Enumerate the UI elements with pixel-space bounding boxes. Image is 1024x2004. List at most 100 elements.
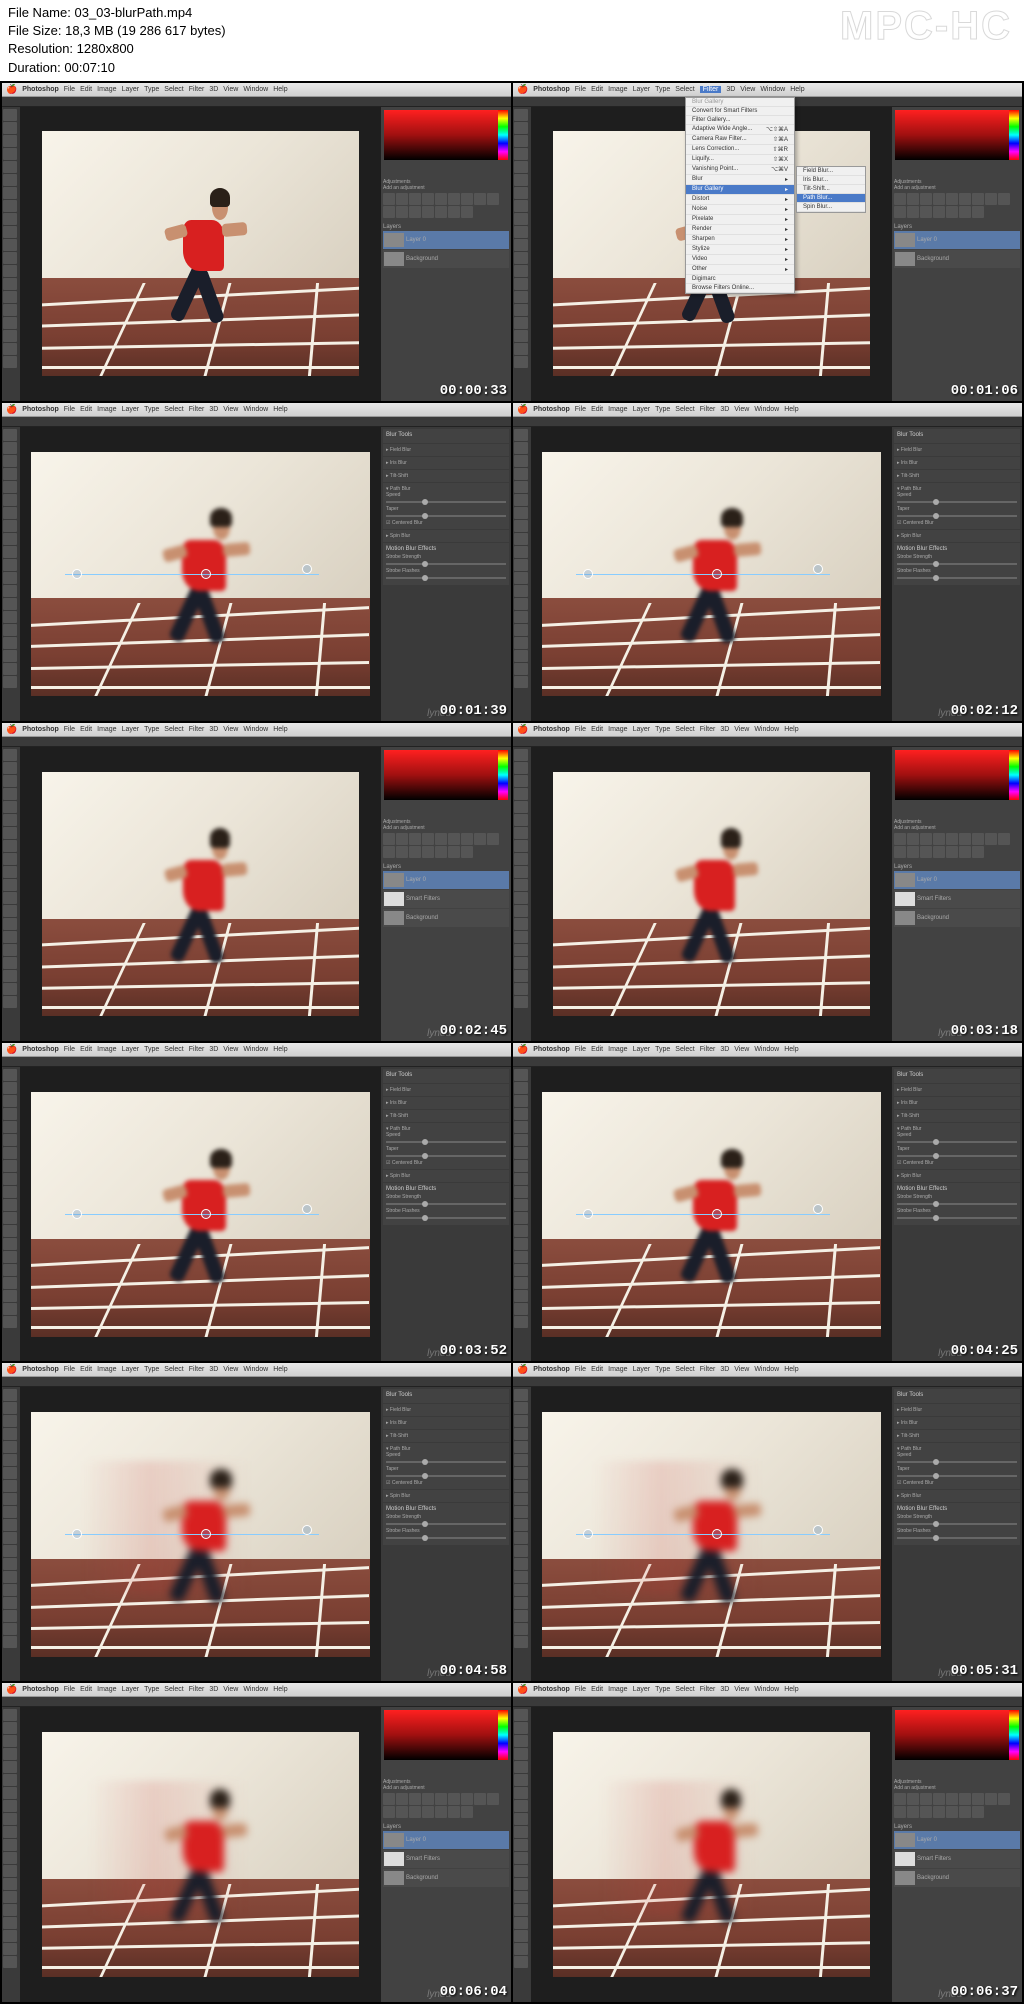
tool-slot[interactable] — [514, 135, 528, 147]
tool-slot[interactable] — [3, 970, 17, 982]
blur-path-point[interactable] — [302, 1525, 312, 1535]
adjustment-icon[interactable] — [972, 846, 984, 858]
tool-slot[interactable] — [514, 442, 528, 454]
options-bar[interactable] — [2, 1057, 511, 1067]
tool-slot[interactable] — [3, 265, 17, 277]
tool-slot[interactable] — [514, 1415, 528, 1427]
tool-slot[interactable] — [514, 429, 528, 441]
tool-slot[interactable] — [3, 278, 17, 290]
tool-slot[interactable] — [3, 957, 17, 969]
video-thumbnail[interactable]: 🍎PhotoshopFileEditImageLayerTypeSelectFi… — [2, 1363, 511, 1681]
video-thumbnail[interactable]: 🍎PhotoshopFileEditImageLayerTypeSelectFi… — [513, 723, 1022, 1041]
adjustment-icon[interactable] — [998, 1793, 1010, 1805]
menu-3d[interactable]: 3D — [720, 726, 729, 733]
menu-filter[interactable]: Filter — [700, 406, 716, 413]
tool-slot[interactable] — [3, 1623, 17, 1635]
tool-slot[interactable] — [3, 1813, 17, 1825]
tool-slot[interactable] — [514, 468, 528, 480]
tool-slot[interactable] — [514, 494, 528, 506]
adjustment-icon[interactable] — [998, 193, 1010, 205]
tool-slot[interactable] — [514, 481, 528, 493]
adjustment-icon[interactable] — [474, 193, 486, 205]
adjustment-icon[interactable] — [383, 1806, 395, 1818]
centered-checkbox[interactable]: ☑ Centered Blur — [897, 520, 1017, 526]
menu-window[interactable]: Window — [754, 1046, 779, 1053]
menu-select[interactable]: Select — [675, 1046, 694, 1053]
adjustment-icon[interactable] — [461, 846, 473, 858]
macos-menubar[interactable]: 🍎PhotoshopFileEditImageLayerTypeSelectFi… — [2, 1043, 511, 1057]
tool-slot[interactable] — [3, 1264, 17, 1276]
menu-3d[interactable]: 3D — [720, 1366, 729, 1373]
menu-file[interactable]: File — [64, 86, 75, 93]
flashes-slider[interactable] — [386, 577, 506, 579]
menu-filter[interactable]: Filter — [189, 1686, 205, 1693]
spin-blur-option[interactable]: ▸ Spin Blur — [383, 1490, 509, 1502]
canvas-area[interactable] — [20, 1707, 381, 2001]
menu-view[interactable]: View — [223, 1366, 238, 1373]
tool-slot[interactable] — [514, 1186, 528, 1198]
tools-panel[interactable] — [513, 107, 531, 401]
tool-slot[interactable] — [514, 749, 528, 761]
color-panel[interactable] — [381, 1707, 511, 1777]
menu-edit[interactable]: Edit — [80, 406, 92, 413]
tool-slot[interactable] — [514, 1956, 528, 1968]
menu-filter[interactable]: Filter — [700, 86, 722, 93]
menu-window[interactable]: Window — [243, 1686, 268, 1693]
smart-filter-row[interactable]: Smart Filters — [383, 890, 509, 908]
adjustments-panel[interactable]: AdjustmentsAdd an adjustment — [892, 1777, 1022, 1822]
macos-menubar[interactable]: 🍎PhotoshopFileEditImageLayerTypeSelectFi… — [513, 83, 1022, 97]
tool-slot[interactable] — [514, 905, 528, 917]
adjustment-icon[interactable] — [972, 206, 984, 218]
strobe-slider[interactable] — [386, 563, 506, 565]
submenu-item[interactable]: Iris Blur... — [797, 176, 865, 185]
tool-slot[interactable] — [3, 135, 17, 147]
menu-select[interactable]: Select — [164, 726, 183, 733]
tool-slot[interactable] — [514, 762, 528, 774]
menu-type[interactable]: Type — [655, 1046, 670, 1053]
menu-window[interactable]: Window — [243, 86, 268, 93]
tool-slot[interactable] — [514, 1545, 528, 1557]
tool-slot[interactable] — [514, 330, 528, 342]
macos-menubar[interactable]: 🍎PhotoshopFileEditImageLayerTypeSelectFi… — [513, 1363, 1022, 1377]
adjustment-icon[interactable] — [422, 846, 434, 858]
tool-slot[interactable] — [514, 1839, 528, 1851]
tool-slot[interactable] — [3, 1558, 17, 1570]
menu-help[interactable]: Help — [273, 86, 287, 93]
right-panels[interactable]: AdjustmentsAdd an adjustmentLayersLayer … — [892, 747, 1022, 1041]
tool-slot[interactable] — [514, 161, 528, 173]
tool-slot[interactable] — [514, 1238, 528, 1250]
tool-slot[interactable] — [3, 1173, 17, 1185]
blur-path-line[interactable] — [65, 574, 319, 575]
adjustment-icon[interactable] — [920, 1793, 932, 1805]
adjustment-icon[interactable] — [959, 1806, 971, 1818]
tool-slot[interactable] — [3, 494, 17, 506]
blur-path-point[interactable] — [712, 1209, 722, 1219]
tool-slot[interactable] — [3, 1186, 17, 1198]
adjustment-icon[interactable] — [448, 833, 460, 845]
menu-type[interactable]: Type — [655, 86, 670, 93]
adjustment-icon[interactable] — [946, 833, 958, 845]
tool-slot[interactable] — [514, 239, 528, 251]
adjustment-icon[interactable] — [972, 833, 984, 845]
menu-layer[interactable]: Layer — [122, 406, 140, 413]
options-bar[interactable] — [2, 97, 511, 107]
tool-slot[interactable] — [514, 1173, 528, 1185]
tool-slot[interactable] — [514, 507, 528, 519]
menu-window[interactable]: Window — [243, 1366, 268, 1373]
menu-select[interactable]: Select — [675, 86, 694, 93]
tool-slot[interactable] — [3, 226, 17, 238]
tool-slot[interactable] — [514, 944, 528, 956]
tool-slot[interactable] — [3, 1878, 17, 1890]
menu-help[interactable]: Help — [790, 86, 804, 93]
layer-row[interactable]: Layer 0 — [894, 1831, 1020, 1849]
layer-row[interactable]: Background — [894, 1869, 1020, 1887]
menu-view[interactable]: View — [223, 1686, 238, 1693]
tool-slot[interactable] — [514, 788, 528, 800]
strobe-slider[interactable] — [386, 1523, 506, 1525]
menu-image[interactable]: Image — [608, 1366, 627, 1373]
apple-icon[interactable]: 🍎 — [517, 724, 528, 735]
tool-slot[interactable] — [514, 1506, 528, 1518]
menu-layer[interactable]: Layer — [122, 1366, 140, 1373]
menu-layer[interactable]: Layer — [122, 726, 140, 733]
apple-icon[interactable]: 🍎 — [6, 1044, 17, 1055]
